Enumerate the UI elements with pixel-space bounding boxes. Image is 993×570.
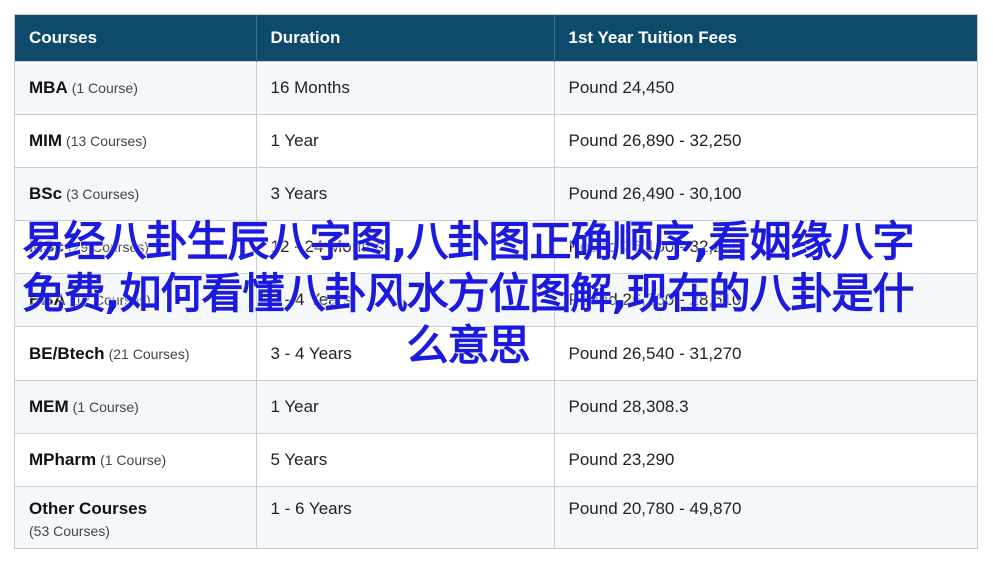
duration-cell: 3 - 4 Years — [256, 326, 555, 381]
course-count: (29 Courses) — [67, 239, 149, 256]
course-count: (1 Course) — [100, 451, 167, 468]
course-count: (13 Courses) — [66, 132, 147, 149]
course-count: (21 Courses) — [108, 345, 190, 362]
course-name[interactable]: MPharm — [29, 450, 96, 469]
courses-table-container: Courses Duration 1st Year Tuition Fees M… — [14, 14, 978, 549]
fees-cell: Pound 26,260 - 28,610 — [554, 273, 977, 327]
fees-cell: Pound 20,780 - 49,870 — [554, 486, 977, 548]
course-cell: BBA (12 Courses) — [15, 273, 257, 327]
fees-cell: Pound 24,450 — [554, 60, 977, 115]
course-count: (3 Courses) — [66, 185, 140, 202]
duration-cell: 1 Year — [256, 113, 555, 168]
fees-cell: Pound 23,290 — [554, 432, 977, 487]
course-cell: BSc (3 Courses) — [15, 166, 257, 221]
fees-cell: Pound 28,308.3 — [554, 379, 977, 434]
table-row: MEM (1 Course) 1 Year Pound 28,308.3 — [15, 379, 977, 434]
course-name[interactable]: MBA — [29, 78, 68, 97]
fees-cell: Pound 26,540 - 31,270 — [554, 326, 977, 381]
course-count: (1 Course) — [71, 79, 138, 96]
course-cell: MPharm (1 Course) — [15, 432, 257, 487]
table-row: MBA (1 Course) 16 Months Pound 24,450 — [15, 60, 977, 115]
course-cell: Other Courses (53 Courses) — [15, 486, 257, 548]
table-row: Other Courses (53 Courses) 1 - 6 Years Po… — [15, 486, 977, 548]
course-name[interactable]: MEM — [29, 397, 69, 416]
course-name[interactable]: MIM — [29, 131, 62, 150]
table-row: MPharm (1 Course) 5 Years Pound 23,290 — [15, 432, 977, 487]
table-header: Courses Duration 1st Year Tuition Fees — [15, 15, 977, 61]
course-count: (53 Courses) — [29, 523, 110, 539]
table-row: MSc (29 Courses) 12 - 24 Months Pound 26,… — [15, 220, 977, 274]
fees-cell: Pound 26,100 - 32,250 — [554, 220, 977, 274]
table-body: MBA (1 Course) 16 Months Pound 24,450 MIM… — [15, 60, 977, 548]
duration-cell: 12 - 24 Months — [256, 220, 555, 274]
duration-cell: 3 Years — [256, 166, 555, 221]
duration-cell: 1 Year — [256, 379, 555, 434]
course-cell: MIM (13 Courses) — [15, 113, 257, 168]
header-duration: Duration — [256, 15, 555, 61]
course-name[interactable]: BBA — [29, 290, 66, 309]
table-row: BBA (12 Courses) 3 - 4 Years Pound 26,260… — [15, 273, 977, 327]
course-name[interactable]: BE/Btech — [29, 344, 105, 363]
course-count: (1 Course) — [72, 398, 139, 415]
table-row: BE/Btech (21 Courses) 3 - 4 Years Pound 2… — [15, 326, 977, 381]
course-cell: MEM (1 Course) — [15, 379, 257, 434]
fees-cell: Pound 26,890 - 32,250 — [554, 113, 977, 168]
course-name[interactable]: BSc — [29, 184, 62, 203]
course-name[interactable]: Other Courses — [29, 499, 147, 518]
duration-cell: 3 - 4 Years — [256, 273, 555, 327]
courses-table: Courses Duration 1st Year Tuition Fees M… — [15, 15, 977, 548]
course-count: (12 Courses) — [69, 292, 151, 309]
table-row: BSc (3 Courses) 3 Years Pound 26,490 - 30… — [15, 166, 977, 221]
duration-cell: 5 Years — [256, 432, 555, 487]
table-row: MIM (13 Courses) 1 Year Pound 26,890 - 32… — [15, 113, 977, 168]
duration-cell: 16 Months — [256, 60, 555, 115]
fees-cell: Pound 26,490 - 30,100 — [554, 166, 977, 221]
header-row: Courses Duration 1st Year Tuition Fees — [15, 15, 977, 61]
header-courses: Courses — [15, 15, 257, 61]
header-fees: 1st Year Tuition Fees — [554, 15, 977, 61]
course-name[interactable]: MSc — [29, 237, 64, 256]
duration-cell: 1 - 6 Years — [256, 486, 555, 548]
course-cell: MSc (29 Courses) — [15, 220, 257, 274]
course-cell: MBA (1 Course) — [15, 60, 257, 115]
course-cell: BE/Btech (21 Courses) — [15, 326, 257, 381]
